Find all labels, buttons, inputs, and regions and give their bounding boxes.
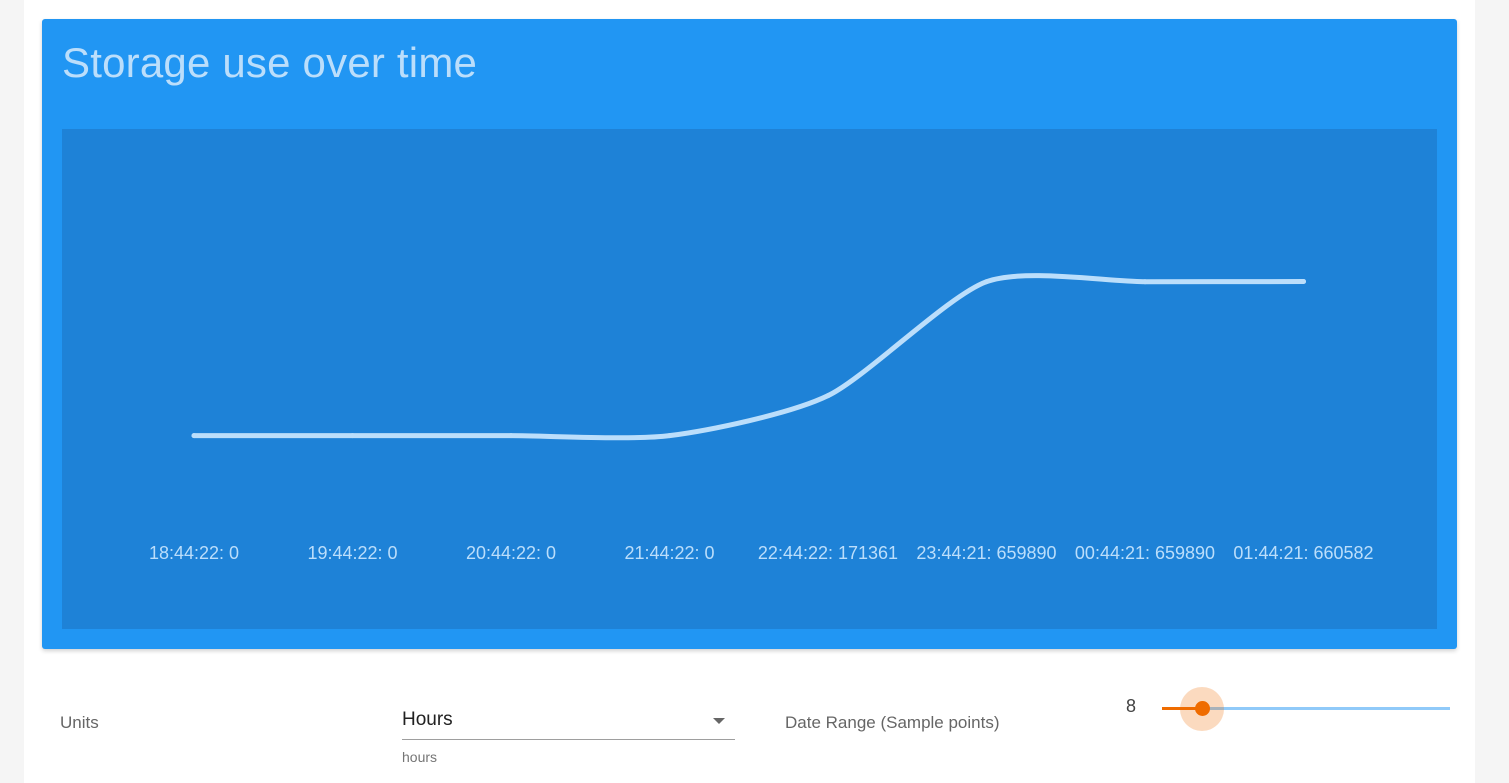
data-point	[508, 433, 514, 439]
data-point	[1142, 279, 1148, 285]
data-point	[191, 433, 197, 439]
x-tick-label: 20:44:22: 0	[466, 543, 556, 563]
x-tick-label: 19:44:22: 0	[307, 543, 397, 563]
x-tick-label: 23:44:21: 659890	[916, 543, 1056, 563]
data-point	[984, 279, 989, 285]
card-title: Storage use over time	[62, 39, 478, 86]
page: Storage use over time 18:44:22: 0 19:44:2…	[24, 0, 1475, 783]
date-range-label: Date Range (Sample points)	[785, 713, 1000, 732]
storage-line-chart: 18:44:22: 0 19:44:22: 0 20:44:22: 0 21:44:2…	[149, 273, 1374, 563]
units-select[interactable]: Hours	[402, 707, 735, 740]
x-tick-label: 01:44:21: 660582	[1233, 543, 1373, 563]
dropdown-arrow-icon	[713, 718, 725, 724]
x-tick-label: 22:44:22: 171361	[758, 543, 898, 563]
slider-thumb[interactable]	[1194, 701, 1210, 716]
chart-controls: Units Hours hours Date Range (Sample poi…	[24, 649, 1475, 783]
x-tick-label: 18:44:22: 0	[149, 543, 239, 563]
date-range-slider[interactable]	[1162, 687, 1452, 731]
units-select-value: Hours	[402, 709, 453, 730]
date-range-value: 8	[1126, 696, 1137, 716]
units-label: Units	[60, 713, 99, 732]
x-tick-label: 21:44:22: 0	[624, 543, 714, 563]
data-point	[667, 433, 672, 439]
storage-chart-card: Storage use over time 18:44:22: 0 19:44:2…	[42, 19, 1457, 649]
x-tick-label: 00:44:21: 659890	[1075, 543, 1215, 563]
data-point	[350, 433, 355, 439]
data-point	[825, 393, 831, 399]
series-line	[191, 273, 1306, 441]
units-select-hint: hours	[402, 749, 438, 765]
chart-area: 18:44:22: 0 19:44:22: 0 20:44:22: 0 21:44:2…	[62, 129, 1437, 629]
data-point	[1301, 279, 1306, 285]
